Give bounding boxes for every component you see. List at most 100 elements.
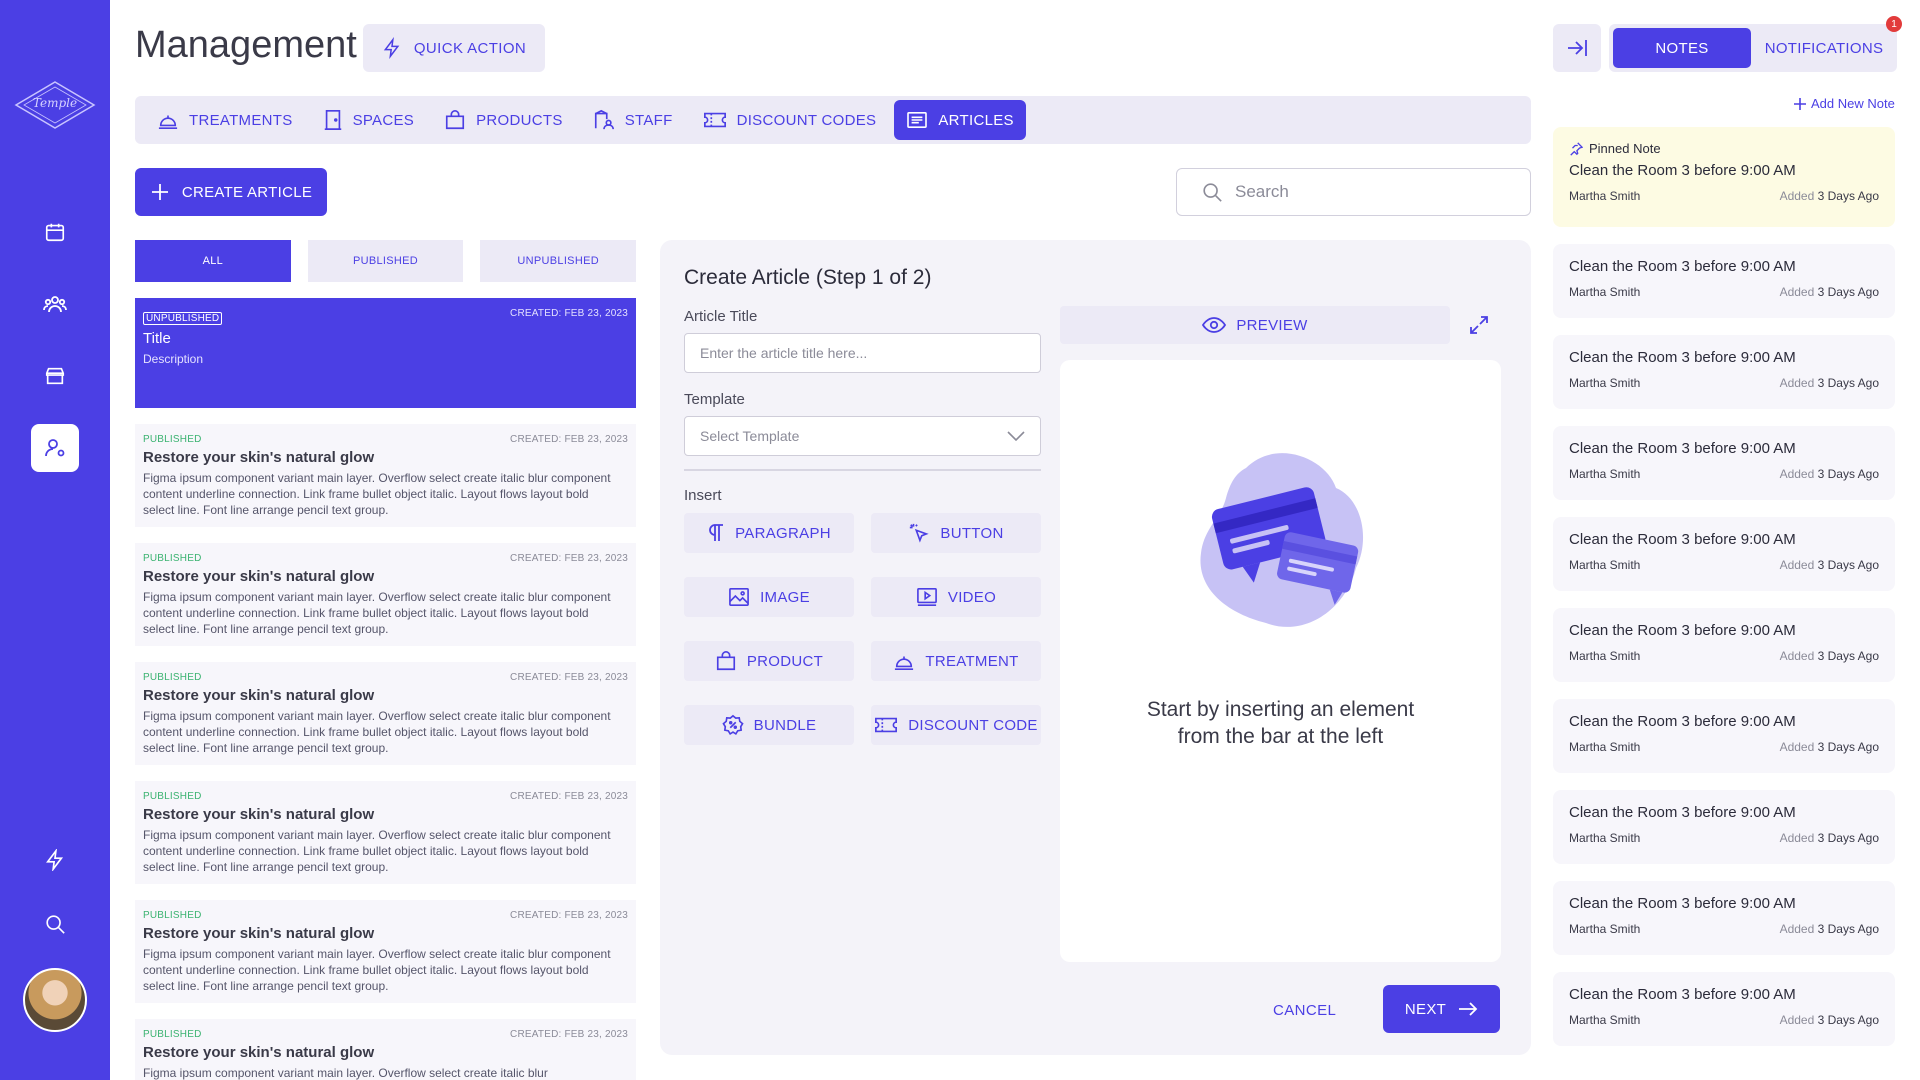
note-item[interactable]: Clean the Room 3 before 9:00 AM Martha S…: [1553, 517, 1895, 591]
article-title: Title: [143, 330, 171, 347]
note-author: Martha Smith: [1569, 558, 1641, 572]
filter-published[interactable]: PUBLISHED: [307, 240, 464, 282]
expand-button[interactable]: [1466, 312, 1492, 338]
note-item[interactable]: Clean the Room 3 before 9:00 AM Martha S…: [1553, 244, 1895, 318]
video-icon: [916, 588, 937, 606]
avatar[interactable]: [23, 968, 87, 1032]
article-title-input[interactable]: [684, 333, 1041, 373]
notification-badge: 1: [1886, 16, 1902, 32]
template-label: Template: [684, 391, 745, 408]
note-author: Martha Smith: [1569, 922, 1641, 936]
note-item[interactable]: Pinned Note Clean the Room 3 before 9:00…: [1553, 127, 1895, 227]
cancel-button[interactable]: CANCEL: [1273, 1002, 1336, 1019]
clients-button[interactable]: [31, 280, 79, 328]
note-title: Clean the Room 3 before 9:00 AM: [1569, 895, 1796, 912]
quick-action-label: QUICK ACTION: [413, 39, 527, 57]
insert-discount-code-label: DISCOUNT CODE: [908, 716, 1038, 734]
ticket-icon: [703, 112, 726, 128]
notes-list: Pinned Note Clean the Room 3 before 9:00…: [1553, 127, 1895, 1072]
preview-button[interactable]: PREVIEW: [1060, 306, 1450, 344]
note-added-label: Added: [1779, 376, 1815, 390]
insert-button-button[interactable]: BUTTON: [871, 513, 1041, 553]
note-title: Clean the Room 3 before 9:00 AM: [1569, 258, 1796, 275]
filter-unpublished[interactable]: UNPUBLISHED: [480, 240, 637, 282]
management-button[interactable]: [31, 424, 79, 472]
search-sidebar-button[interactable]: [31, 900, 79, 948]
tab-spaces[interactable]: SPACES: [311, 100, 427, 140]
note-added-label: Added: [1779, 922, 1815, 936]
note-title: Clean the Room 3 before 9:00 AM: [1569, 531, 1796, 548]
template-select[interactable]: Select Template: [684, 416, 1041, 456]
quick-action-button[interactable]: QUICK ACTION: [363, 24, 545, 72]
bundle-icon: [722, 714, 744, 736]
article-title: Restore your skin's natural glow: [143, 449, 375, 466]
note-title: Clean the Room 3 before 9:00 AM: [1569, 713, 1796, 730]
note-author: Martha Smith: [1569, 1013, 1641, 1027]
note-item[interactable]: Clean the Room 3 before 9:00 AM Martha S…: [1553, 699, 1895, 773]
insert-bundle-button[interactable]: BUNDLE: [684, 705, 854, 745]
note-added-label: Added: [1779, 831, 1815, 845]
insert-paragraph-label: PARAGRAPH: [735, 524, 831, 542]
article-item[interactable]: PUBLISHED CREATED: FEB 23, 2023 Restore …: [135, 662, 636, 765]
insert-video-button[interactable]: VIDEO: [871, 577, 1041, 617]
article-item[interactable]: PUBLISHED CREATED: FEB 23, 2023 Restore …: [135, 424, 636, 527]
article-item[interactable]: PUBLISHED CREATED: FEB 23, 2023 Restore …: [135, 1019, 636, 1080]
expand-icon: [1470, 316, 1488, 334]
insert-product-button[interactable]: PRODUCT: [684, 641, 854, 681]
logo[interactable]: Temple: [14, 80, 96, 130]
note-item[interactable]: Clean the Room 3 before 9:00 AM Martha S…: [1553, 972, 1895, 1046]
add-new-note-button[interactable]: Add New Note: [1793, 96, 1895, 111]
article-item[interactable]: PUBLISHED CREATED: FEB 23, 2023 Restore …: [135, 900, 636, 1003]
tab-treatments[interactable]: TREATMENTS: [145, 100, 305, 140]
preview-label: PREVIEW: [1236, 316, 1308, 334]
tab-discount-codes[interactable]: DISCOUNT CODES: [691, 100, 889, 140]
note-item[interactable]: Clean the Room 3 before 9:00 AM Martha S…: [1553, 335, 1895, 409]
insert-button-label: BUTTON: [940, 524, 1004, 542]
article-item[interactable]: UNPUBLISHED CREATED: FEB 23, 2023 Title …: [135, 298, 636, 408]
next-label: NEXT: [1404, 1000, 1447, 1018]
note-author: Martha Smith: [1569, 376, 1641, 390]
insert-image-button[interactable]: IMAGE: [684, 577, 854, 617]
note-item[interactable]: Clean the Room 3 before 9:00 AM Martha S…: [1553, 881, 1895, 955]
quick-action-sidebar-button[interactable]: [31, 836, 79, 884]
note-item[interactable]: Clean the Room 3 before 9:00 AM Martha S…: [1553, 790, 1895, 864]
tab-staff[interactable]: STAFF: [581, 100, 685, 140]
article-item[interactable]: PUBLISHED CREATED: FEB 23, 2023 Restore …: [135, 781, 636, 884]
create-article-button[interactable]: CREATE ARTICLE: [135, 168, 327, 216]
note-added-label: Added: [1779, 1013, 1815, 1027]
store-button[interactable]: [31, 352, 79, 400]
note-author: Martha Smith: [1569, 467, 1641, 481]
logo-text: Temple: [32, 96, 78, 110]
editor-title: Create Article (Step 1 of 2): [684, 266, 932, 289]
insert-treatment-button[interactable]: TREATMENT: [871, 641, 1041, 681]
created-date: CREATED: FEB 23, 2023: [510, 1029, 628, 1040]
calendar-button[interactable]: [31, 208, 79, 256]
management-tabs: TREATMENTS SPACES PRODUCTS STAFF DISCOUN…: [135, 96, 1531, 144]
divider: [684, 469, 1041, 471]
note-added-label: Added: [1779, 189, 1815, 203]
tab-articles[interactable]: ARTICLES: [894, 100, 1026, 140]
search-icon: [1203, 183, 1222, 202]
door-icon: [324, 110, 341, 130]
insert-discount-code-button[interactable]: DISCOUNT CODE: [871, 705, 1041, 745]
article-description: Figma ipsum component variant main layer…: [143, 590, 611, 636]
next-button[interactable]: NEXT: [1383, 985, 1500, 1033]
note-author: Martha Smith: [1569, 189, 1641, 203]
collapse-panel-button[interactable]: [1553, 24, 1601, 72]
article-filters: ALL PUBLISHED UNPUBLISHED: [135, 240, 637, 282]
article-description: Figma ipsum component variant main layer…: [143, 471, 611, 517]
paragraph-icon: [709, 524, 724, 541]
note-item[interactable]: Clean the Room 3 before 9:00 AM Martha S…: [1553, 426, 1895, 500]
plus-icon: [151, 184, 168, 200]
tab-notifications[interactable]: NOTIFICATIONS: [1755, 28, 1893, 68]
insert-paragraph-button[interactable]: PARAGRAPH: [684, 513, 854, 553]
note-added-label: Added: [1779, 649, 1815, 663]
tab-products[interactable]: PRODUCTS: [432, 100, 575, 140]
filter-all[interactable]: ALL: [135, 240, 291, 282]
search-box[interactable]: [1176, 168, 1531, 216]
note-item[interactable]: Clean the Room 3 before 9:00 AM Martha S…: [1553, 608, 1895, 682]
article-item[interactable]: PUBLISHED CREATED: FEB 23, 2023 Restore …: [135, 543, 636, 646]
search-input[interactable]: [1235, 182, 1515, 202]
tab-notes[interactable]: NOTES: [1613, 28, 1751, 68]
created-date: CREATED: FEB 23, 2023: [510, 791, 628, 802]
